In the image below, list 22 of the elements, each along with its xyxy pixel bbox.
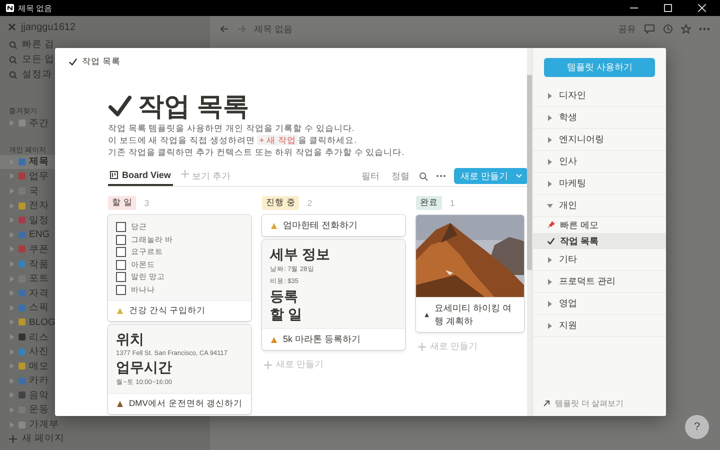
status-tag: 할 일 — [108, 196, 136, 210]
card-title: DMV에서 운전면허 갱신하기 — [129, 398, 243, 410]
card-title: 엄마한테 전화하기 — [283, 219, 358, 232]
window-title: 제목 없음 — [18, 2, 54, 14]
description-text: 작업 목록 템플릿을 사용하면 개인 작업을 기록할 수 있습니다. — [108, 122, 356, 134]
status-tag: 완료 — [416, 196, 442, 210]
status-tag: 진행 중 — [262, 196, 300, 210]
card-heading: 할 일 — [270, 306, 303, 324]
card-title: 요세미티 하이킹 여행 계획하 — [434, 302, 513, 328]
page-heading: 작업 목록 — [138, 90, 250, 122]
card-count: 3 — [144, 198, 150, 208]
description-text: 이 보드에 새 작업을 직접 생성하려면 + 새 작업 을 클릭하세요. — [108, 134, 358, 146]
card-heading: 세부 정보 — [270, 246, 331, 264]
card-count: 2 — [307, 198, 312, 208]
page-title: 제목 없음 — [254, 22, 294, 36]
description-text: 기존 작업을 클릭하면 추가 컨텍스트 또는 하위 작업을 추가할 수 있습니다. — [108, 146, 405, 158]
card-title: 5k 마라톤 등록하기 — [283, 333, 361, 346]
card-heading: 업무시간 — [116, 359, 173, 377]
card-heading: 등록 — [270, 288, 299, 306]
card-title: 건강 간식 구입하기 — [129, 305, 206, 317]
card-count: 1 — [450, 198, 455, 208]
card-heading: 위치 — [116, 331, 145, 349]
